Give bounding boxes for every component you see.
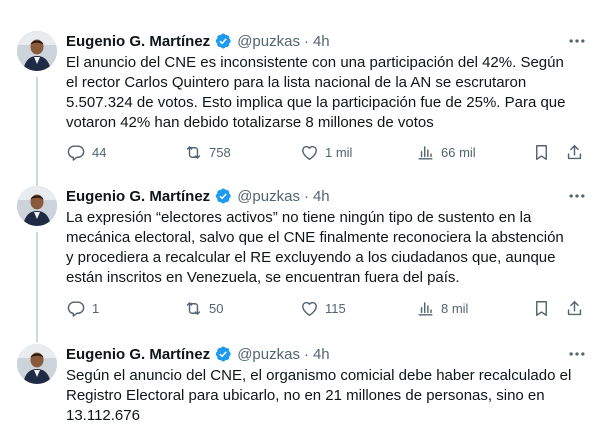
author-name[interactable]: Eugenio G. Martínez (66, 346, 210, 363)
bookmark-icon (532, 143, 551, 162)
tweet-text: Según el anuncio del CNE, el organismo c… (66, 367, 572, 424)
retweet-button[interactable]: 758 (184, 143, 231, 162)
timestamp[interactable]: 4h (313, 33, 330, 50)
author-handle[interactable]: @puzkas (237, 346, 300, 363)
views-icon (416, 299, 435, 318)
tweet-header: Eugenio G. Martínez @puzkas · 4h (66, 344, 330, 364)
tweet-text: El anuncio del CNE es inconsistente con … (66, 54, 566, 131)
reply-count: 1 (92, 301, 100, 316)
separator: · (303, 187, 309, 205)
avatar[interactable] (17, 186, 57, 226)
like-icon (300, 143, 319, 162)
author-name[interactable]: Eugenio G. Martínez (66, 33, 210, 50)
like-count: 115 (325, 301, 346, 316)
tweet-3[interactable]: Eugenio G. Martínez @puzkas · 4h Según e… (0, 344, 607, 434)
views-button[interactable]: 66 mil (416, 143, 476, 162)
reply-count: 44 (92, 145, 107, 160)
share-icon (565, 299, 584, 318)
bookmark-icon (532, 299, 551, 318)
action-bar: 1 50 115 8 mil (60, 299, 590, 321)
like-icon (300, 299, 319, 318)
verified-badge-icon (214, 345, 232, 363)
verified-badge-icon (214, 32, 232, 50)
reply-icon (67, 143, 86, 162)
reply-button[interactable]: 1 (67, 299, 99, 318)
avatar[interactable] (17, 31, 57, 71)
author-name[interactable]: Eugenio G. Martínez (66, 188, 210, 205)
more-options-icon[interactable] (567, 344, 587, 364)
share-button[interactable] (565, 143, 584, 162)
reply-icon (67, 299, 86, 318)
retweet-button[interactable]: 50 (184, 299, 223, 318)
author-handle[interactable]: @puzkas (237, 33, 300, 50)
retweet-count: 758 (209, 145, 231, 160)
separator: · (303, 345, 309, 363)
more-options-icon[interactable] (567, 186, 587, 206)
thread-line (36, 232, 38, 342)
views-button[interactable]: 8 mil (416, 299, 468, 318)
action-bar: 44 758 1 mil 66 mil (60, 143, 590, 165)
timestamp[interactable]: 4h (313, 346, 330, 363)
like-count: 1 mil (325, 145, 353, 160)
bookmark-button[interactable] (532, 299, 551, 318)
tweet-2[interactable]: Eugenio G. Martínez @puzkas · 4h La expr… (0, 186, 607, 342)
retweet-icon (184, 299, 203, 318)
reply-button[interactable]: 44 (67, 143, 106, 162)
retweet-count: 50 (209, 301, 224, 316)
author-handle[interactable]: @puzkas (237, 188, 300, 205)
tweet-header: Eugenio G. Martínez @puzkas · 4h (66, 186, 330, 206)
bookmark-button[interactable] (532, 143, 551, 162)
retweet-icon (184, 143, 203, 162)
avatar[interactable] (17, 344, 57, 384)
like-button[interactable]: 115 (300, 299, 346, 318)
share-icon (565, 143, 584, 162)
tweet-text: La expresión “electores activos” no tien… (66, 209, 564, 286)
separator: · (303, 32, 309, 50)
verified-badge-icon (214, 187, 232, 205)
tweet-1[interactable]: Eugenio G. Martínez @puzkas · 4h El anun… (0, 31, 607, 197)
like-button[interactable]: 1 mil (300, 143, 352, 162)
tweet-header: Eugenio G. Martínez @puzkas · 4h (66, 31, 330, 51)
views-count: 8 mil (441, 301, 469, 316)
thread-line (36, 77, 38, 197)
share-button[interactable] (565, 299, 584, 318)
views-icon (416, 143, 435, 162)
timestamp[interactable]: 4h (313, 188, 330, 205)
views-count: 66 mil (441, 145, 476, 160)
more-options-icon[interactable] (567, 31, 587, 51)
